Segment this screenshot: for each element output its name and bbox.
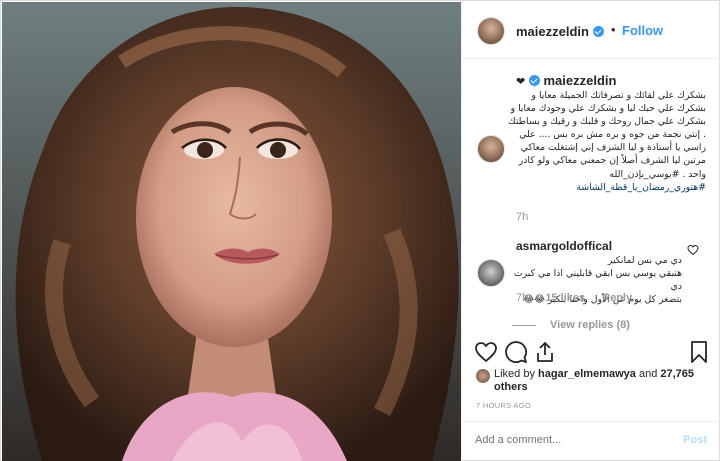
caption-line: . إنتي نجمة من جوه و بره مش بره بس .... … (519, 129, 706, 141)
comment-line: دي مي بس لمانكير (607, 255, 682, 266)
heart-icon[interactable] (474, 340, 498, 364)
caption-username[interactable]: maiezzeldin (543, 73, 616, 88)
post-timestamp[interactable]: 7 HOURS AGO (476, 401, 531, 410)
caption-line: بشكرك علي جمال روحك و قلبك و رقيك و بساط… (507, 116, 706, 128)
comment-likes[interactable]: 15 likes (545, 292, 585, 304)
likes-text: Liked by hagar_elmemawya and 27,765 othe… (494, 368, 714, 394)
comments-area[interactable]: ❤ maiezzeldin بشكرك علي لقائك و تصرفاتك … (462, 59, 720, 337)
commenter-username[interactable]: asmargoldoffical (516, 239, 612, 253)
author-username[interactable]: maiezzeldin (516, 24, 589, 39)
bookmark-icon[interactable] (687, 340, 711, 364)
post-photo[interactable] (2, 2, 461, 461)
likes-joiner: and (638, 368, 658, 380)
caption-hashtag[interactable]: #هتوري_رمضان_يا_قطة_الشاشة (470, 181, 706, 194)
heart-emoji: ❤ (516, 76, 526, 88)
reply-button[interactable]: Reply (602, 292, 632, 304)
separator-dot: • (611, 22, 616, 37)
comment-time[interactable]: 7h (516, 292, 528, 304)
post-sidebar: maiezzeldin • Follow ❤ maiezzeldin بشكرك… (461, 2, 720, 461)
comment-icon[interactable] (504, 340, 528, 364)
portrait-image (2, 2, 461, 461)
share-icon[interactable] (533, 340, 557, 364)
caption-line: راسي يا أستاذة و ليا الشرف إني إشتغلت مع… (520, 142, 706, 154)
caption-time[interactable]: 7h (516, 211, 528, 223)
liker-avatar[interactable] (476, 369, 490, 383)
caption-line: واحد . #يوسي_بإذن_الله (609, 168, 706, 180)
comment-like-heart-icon[interactable] (687, 244, 699, 256)
comment-line: هتبقي يوسي بس ابقي قابليني اذا مي كبرت د… (513, 268, 682, 292)
add-comment-bar: Post (462, 421, 720, 461)
verified-icon (593, 26, 605, 37)
likes-prefix: Liked by (494, 368, 535, 380)
caption-line: مرتين ليا الشرف أصلاً إن جمعني معاكي ولو… (518, 155, 706, 167)
post-header: maiezzeldin • Follow (462, 2, 720, 59)
post-button[interactable]: Post (683, 434, 707, 446)
caption-line: بشكرك علي حبك ليا و بشكرك علي وجودك معاي… (510, 103, 706, 115)
author-username-row: maiezzeldin (516, 23, 605, 41)
caption-line: بشكرك علي لقائك و تصرفاتك الجميلة معايا … (531, 90, 707, 101)
verified-icon (528, 75, 540, 86)
action-bar (462, 337, 720, 367)
comment-meta: 7h 15 likes Reply (516, 292, 646, 304)
liker-username[interactable]: hagar_elmemawya (538, 368, 636, 380)
commenter-avatar[interactable] (477, 259, 505, 287)
comment-input[interactable] (475, 434, 665, 446)
caption-username-row: ❤ maiezzeldin (516, 73, 616, 88)
caption-text: بشكرك علي لقائك و تصرفاتك الجميلة معايا … (470, 89, 706, 194)
author-avatar[interactable] (477, 17, 505, 45)
post-frame: maiezzeldin • Follow ❤ maiezzeldin بشكرك… (0, 0, 720, 461)
view-replies-button[interactable]: View replies (8) (516, 319, 630, 331)
follow-button[interactable]: Follow (622, 23, 663, 38)
